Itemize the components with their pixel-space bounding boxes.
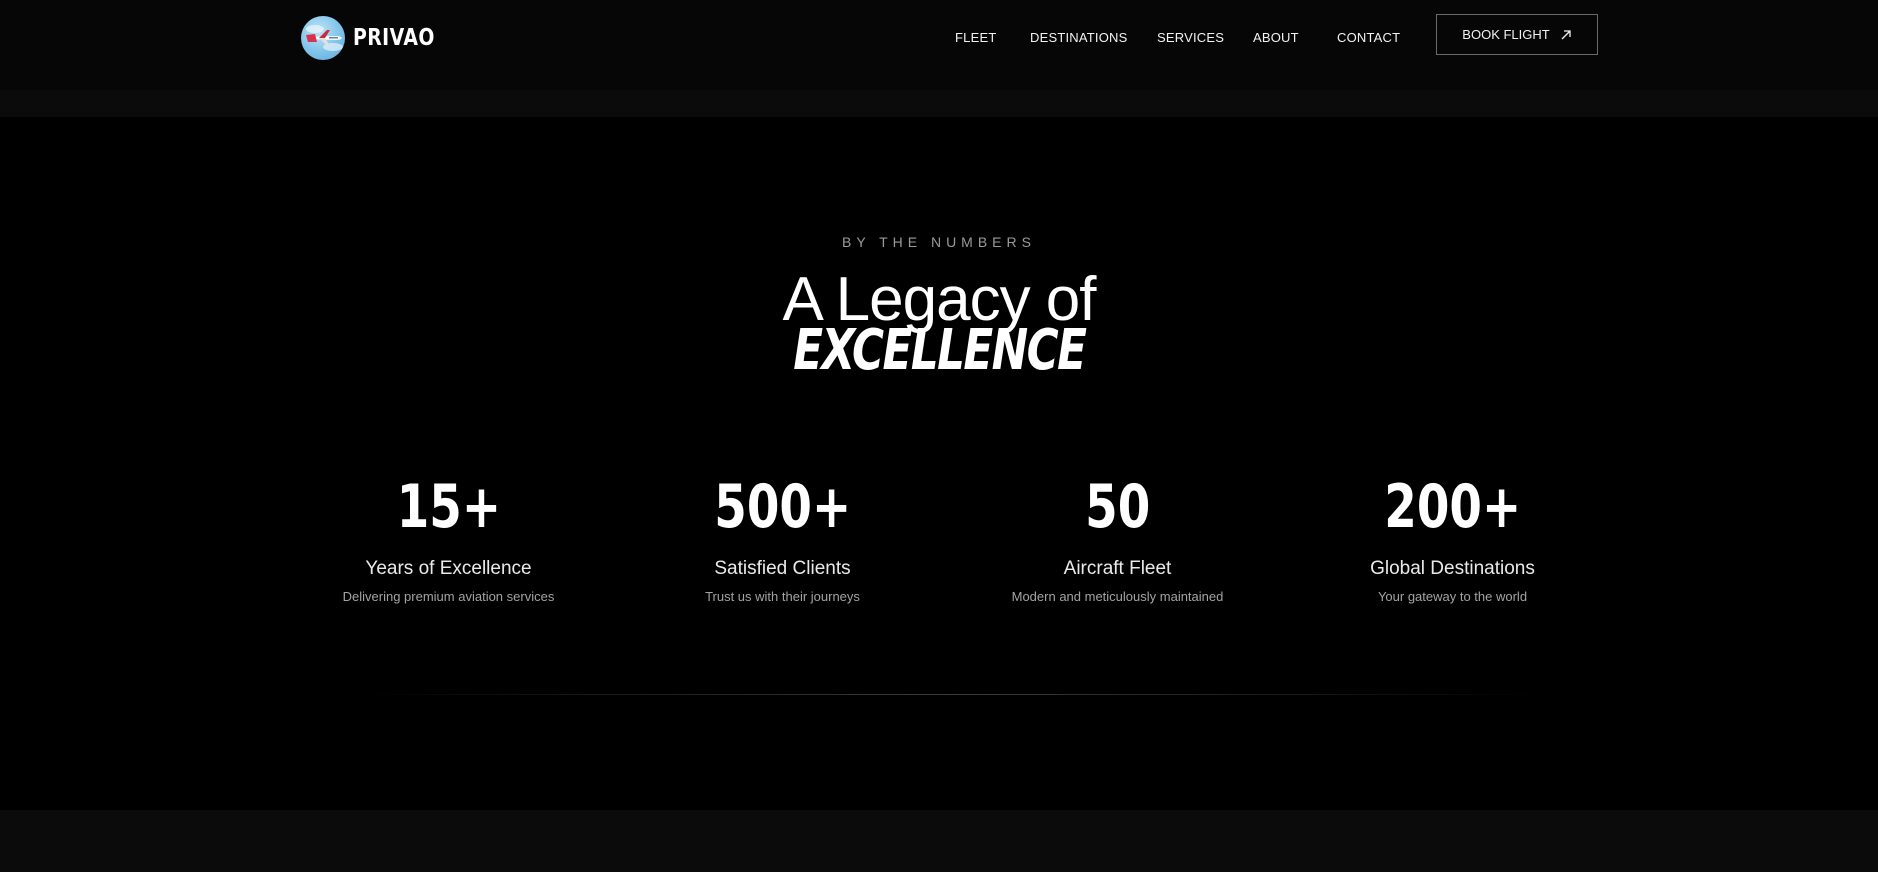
stat-fleet: 50 Aircraft Fleet Modern and meticulousl… bbox=[950, 472, 1285, 604]
stat-value: 200+ bbox=[1384, 472, 1521, 542]
section-title-emphasis: EXCELLENCE bbox=[792, 318, 1087, 383]
stat-years: 15+ Years of Excellence Delivering premi… bbox=[281, 472, 616, 604]
next-section-band bbox=[0, 810, 1878, 872]
stat-description: Trust us with their journeys bbox=[705, 589, 860, 604]
stat-label: Satisfied Clients bbox=[714, 558, 851, 579]
nav-item-destinations[interactable]: DESTINATIONS bbox=[1030, 30, 1128, 45]
section-eyebrow: BY THE NUMBERS bbox=[842, 234, 1036, 250]
nav-item-contact[interactable]: CONTACT bbox=[1337, 30, 1400, 45]
section-divider bbox=[360, 694, 1540, 695]
airplane-logo-icon bbox=[301, 16, 345, 60]
stat-label: Years of Excellence bbox=[365, 558, 532, 579]
nav-item-about[interactable]: ABOUT bbox=[1253, 30, 1299, 45]
book-flight-button[interactable]: BOOK FLIGHT bbox=[1436, 14, 1598, 55]
stat-label: Aircraft Fleet bbox=[1063, 558, 1172, 579]
arrow-up-right-icon bbox=[1561, 29, 1571, 39]
stat-destinations: 200+ Global Destinations Your gateway to… bbox=[1285, 472, 1620, 604]
stat-label: Global Destinations bbox=[1370, 558, 1535, 579]
stat-clients: 500+ Satisfied Clients Trust us with the… bbox=[615, 472, 950, 604]
stat-description: Delivering premium aviation services bbox=[342, 589, 555, 604]
stat-description: Your gateway to the world bbox=[1377, 589, 1528, 604]
header-band bbox=[0, 90, 1878, 117]
book-flight-label: BOOK FLIGHT bbox=[1462, 27, 1550, 42]
brand[interactable]: PRIVAO bbox=[301, 16, 453, 60]
stat-value: 15+ bbox=[396, 472, 501, 542]
stat-description: Modern and meticulously maintained bbox=[1011, 589, 1224, 604]
nav-item-fleet[interactable]: FLEET bbox=[955, 30, 996, 45]
brand-name: PRIVAO bbox=[353, 25, 435, 51]
stat-value: 50 bbox=[1084, 472, 1151, 542]
site-header: PRIVAO FLEET DESTINATIONS SERVICES ABOUT… bbox=[0, 0, 1878, 90]
stat-value: 500+ bbox=[714, 472, 851, 542]
nav-item-services[interactable]: SERVICES bbox=[1157, 30, 1224, 45]
